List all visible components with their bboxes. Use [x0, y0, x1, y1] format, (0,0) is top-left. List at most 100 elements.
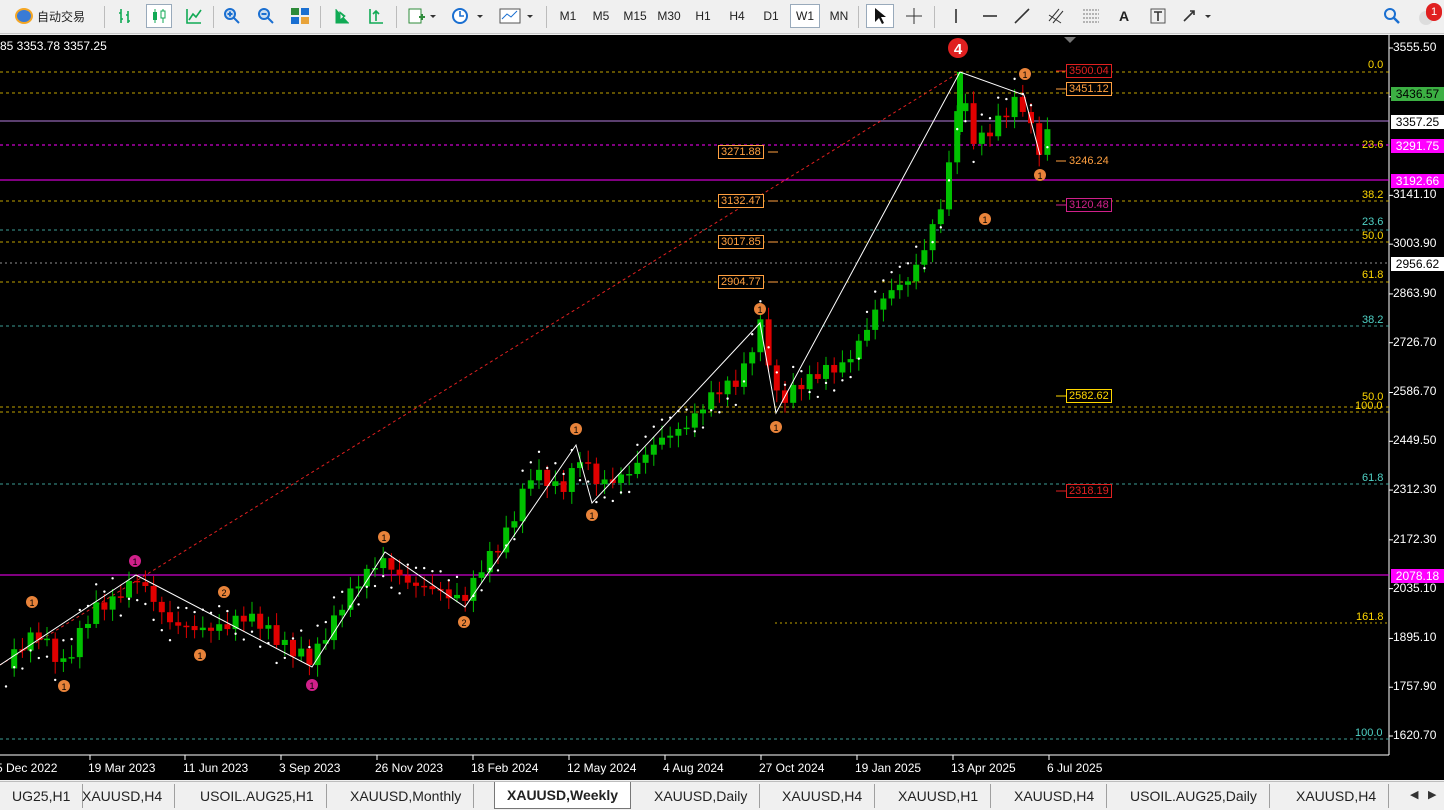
candle-body	[183, 625, 190, 628]
tab-8[interactable]: XAUUSD,H4	[1002, 784, 1108, 808]
timeframe-mn[interactable]: MN	[824, 4, 854, 28]
candle-body	[44, 638, 50, 641]
vertical-line-icon[interactable]	[944, 4, 968, 28]
sar-dot	[562, 472, 565, 476]
autoscroll-icon[interactable]	[364, 4, 388, 28]
text-label-icon[interactable]	[1146, 4, 1170, 28]
date-axis-label: 19 Mar 2023	[88, 761, 156, 775]
sar-dot	[734, 403, 737, 407]
price-axis-label: 2726.70	[1393, 334, 1437, 349]
candle-body	[265, 625, 272, 629]
arrows-button[interactable]	[1178, 4, 1218, 28]
tab-1[interactable]: XAUUSD,H4	[70, 784, 176, 808]
timeframe-m15[interactable]: M15	[620, 4, 650, 28]
candle-body	[626, 474, 633, 476]
timeframe-h1[interactable]: H1	[688, 4, 718, 28]
timeframe-m5[interactable]: M5	[586, 4, 616, 28]
candle-body	[208, 627, 214, 631]
fibonacci-icon[interactable]	[1078, 4, 1104, 28]
timeframe-d1[interactable]: D1	[756, 4, 786, 28]
sar-dot	[300, 629, 303, 632]
tab-3[interactable]: XAUUSD,Monthly	[338, 784, 475, 808]
fib-ratio-label: 100.0	[1355, 400, 1383, 412]
channel-icon[interactable]	[1044, 4, 1070, 28]
tab-2[interactable]: USOIL.AUG25,H1	[188, 784, 327, 808]
tab-6[interactable]: XAUUSD,H4	[770, 784, 876, 808]
timeframe-m1[interactable]: M1	[553, 4, 583, 28]
candle-body	[142, 582, 149, 587]
price-tag-green: 3436.57	[1391, 87, 1444, 101]
autotrade-button[interactable]: 自动交易	[4, 4, 96, 28]
periods-button[interactable]	[448, 4, 488, 28]
price-axis-label: 1620.70	[1393, 728, 1437, 742]
tab-9[interactable]: USOIL.AUG25,Daily	[1118, 784, 1270, 808]
wave-marker-label: 1	[381, 533, 386, 543]
tabs-scroll-right-icon[interactable]: ▶	[1428, 788, 1436, 801]
candle-body	[76, 627, 83, 658]
candle-body	[929, 224, 936, 251]
search-icon[interactable]	[1380, 4, 1404, 28]
sar-dot	[398, 592, 401, 595]
sar-dot	[283, 656, 286, 660]
price-tag-current: 3357.25	[1391, 115, 1444, 129]
zoom-out-icon[interactable]	[254, 4, 278, 28]
sar-dot	[521, 469, 524, 472]
price-axis-label: 2449.50	[1393, 433, 1437, 448]
wave-marker-label: 1	[1022, 70, 1027, 80]
sar-dot	[529, 461, 532, 464]
sar-dot	[947, 179, 951, 182]
chart-shift-icon[interactable]	[330, 4, 354, 28]
candle-body	[618, 474, 624, 483]
sar-dot	[95, 583, 98, 586]
timeframe-w1[interactable]: W1	[790, 4, 820, 28]
timeframe-m30[interactable]: M30	[654, 4, 684, 28]
wave-marker-label: 1	[132, 557, 137, 567]
indicators-button[interactable]	[404, 4, 440, 28]
tab-4[interactable]: XAUUSD,Weekly	[494, 782, 632, 809]
zoom-in-icon[interactable]	[220, 4, 244, 28]
alerts-button[interactable]: 1	[1416, 3, 1442, 28]
sar-dot	[906, 262, 910, 265]
text-tool-icon[interactable]: A	[1112, 4, 1136, 28]
sar-dot	[603, 496, 606, 499]
separator	[320, 6, 321, 28]
candle-body	[683, 427, 690, 430]
separator	[104, 6, 105, 28]
wave-marker-label: 1	[589, 511, 594, 521]
sar-dot	[931, 240, 934, 244]
timeframe-h4[interactable]: H4	[722, 4, 752, 28]
sar-dot	[775, 371, 778, 374]
candle-body	[659, 437, 665, 445]
price-axis-label: 2586.70	[1393, 384, 1437, 399]
sar-dot	[414, 566, 418, 570]
wave-marker-label: 1	[982, 215, 987, 225]
candle-body	[191, 626, 198, 631]
horizontal-line-icon[interactable]	[978, 4, 1002, 28]
date-axis-label: 18 Feb 2024	[471, 761, 539, 775]
tab-7[interactable]: XAUUSD,H1	[886, 784, 992, 808]
candle-body	[937, 209, 944, 225]
sar-dot	[144, 602, 147, 606]
tile-windows-icon[interactable]	[288, 4, 312, 28]
candle-body	[634, 462, 641, 475]
sar-dot	[980, 113, 983, 116]
sar-dot	[4, 685, 8, 688]
line-chart-icon[interactable]	[182, 4, 206, 28]
cursor-icon[interactable]	[866, 4, 894, 28]
wave-marker-label: 1	[757, 305, 762, 315]
wave-marker-label: 1	[1037, 171, 1042, 181]
templates-button[interactable]	[496, 4, 538, 28]
crosshair-icon[interactable]	[902, 4, 926, 28]
tab-10[interactable]: XAUUSD,H4	[1284, 784, 1390, 808]
sar-dot	[1029, 104, 1033, 107]
candle-body	[552, 481, 559, 487]
tab-5[interactable]: XAUUSD,Daily	[642, 784, 761, 808]
candlestick-icon[interactable]	[146, 4, 172, 28]
main-toolbar: 自动交易 M1 M5 M15 M30 H1 H4 D1 W1 MN A 1	[0, 0, 1444, 34]
candle-body	[175, 622, 182, 626]
price-chart[interactable]: 1 1 1 2 1 1 1 2 1 1 1 1 1 1 1 4 85 3353.78 3357.25 3555…	[0, 35, 1444, 780]
tabs-scroll-left-icon[interactable]: ◀	[1410, 788, 1418, 801]
trendline-icon[interactable]	[1010, 4, 1034, 28]
bar-chart-icon[interactable]	[114, 4, 138, 28]
candle-body	[503, 527, 510, 553]
